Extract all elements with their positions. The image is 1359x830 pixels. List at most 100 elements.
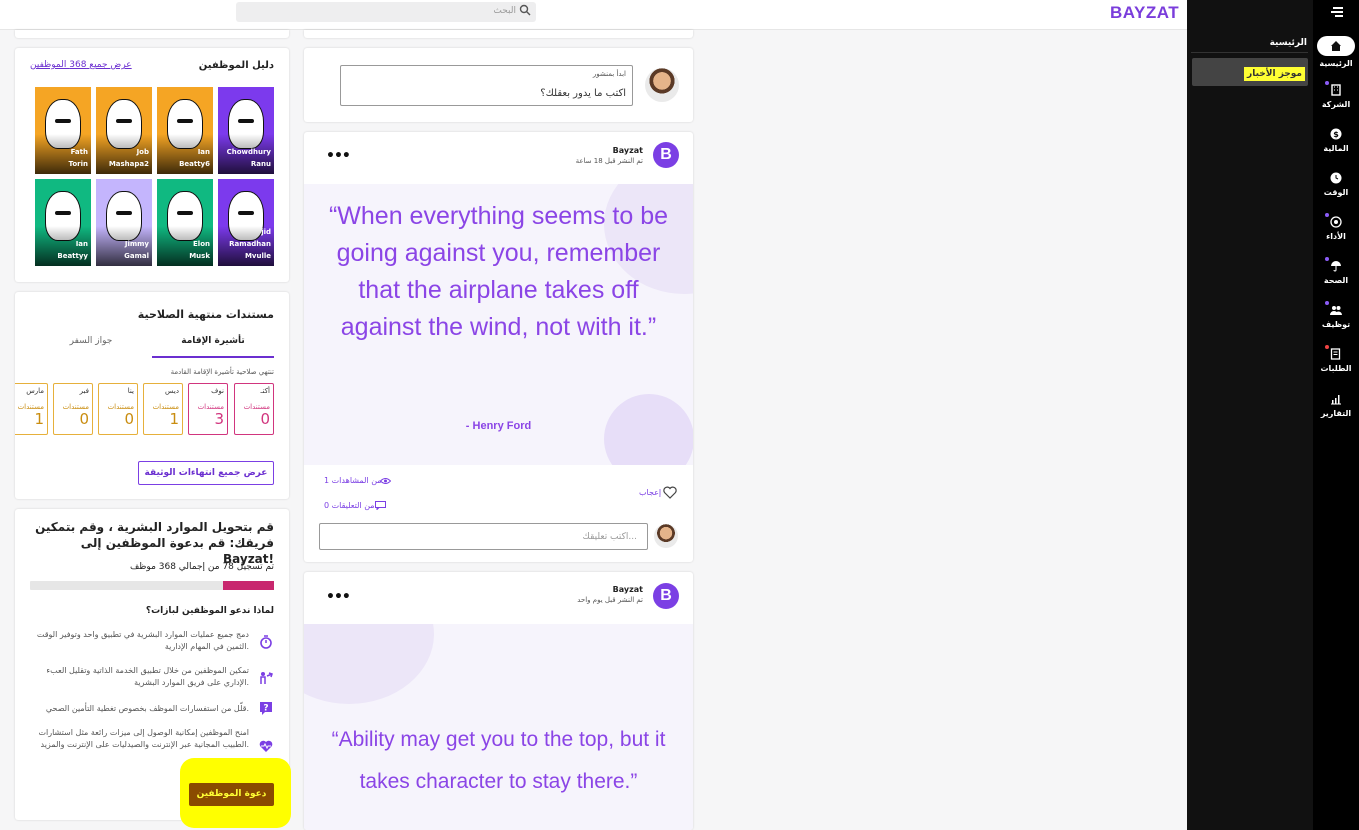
employee-card[interactable]: Job Mashapa2 xyxy=(96,87,152,174)
nav-item-home[interactable]: الرئيسية xyxy=(1313,36,1359,68)
invite-employees-button[interactable]: دعوة الموظفين xyxy=(189,783,274,806)
reason-item: دمج جميع عمليات الموارد البشرية في تطبيق… xyxy=(36,630,249,651)
nav-item-hiring[interactable]: توظيف xyxy=(1313,301,1359,329)
post-time: تم النشر قبل 18 ساعة xyxy=(575,157,643,165)
post-input[interactable]: ابدأ بمنشور اكتب ما يدور بعقلك؟ xyxy=(340,65,633,106)
reason-item: امنح الموظفين إمكانية الوصول إلى ميزات ر… xyxy=(38,728,249,749)
nav-item-health[interactable]: الصحة xyxy=(1313,257,1359,285)
month-card[interactable]: ينا مستندات 0 xyxy=(98,383,138,435)
month-label: مارس xyxy=(26,387,44,395)
invite-headline: قم بتحويل الموارد البشرية ، وقم بتمكين ف… xyxy=(35,520,274,566)
nav-label: الأداء xyxy=(1326,232,1346,241)
stopwatch-icon xyxy=(260,635,272,649)
documents-hint: تنتهي صلاحية تأشيرة الإقامة القادمة xyxy=(170,368,274,376)
views-count[interactable]: 1 من المشاهدات xyxy=(324,476,382,485)
documents-title: مستندات منتهية الصلاحية xyxy=(137,308,274,321)
employee-name: Jimmy Gamal xyxy=(124,240,149,260)
post-author: Bayzat xyxy=(612,146,643,155)
sunglasses xyxy=(116,211,132,215)
user-avatar xyxy=(645,68,679,102)
post-author: Bayzat xyxy=(612,585,643,594)
question-icon: ? xyxy=(260,702,272,715)
month-card[interactable]: أكتـ مستندات 0 xyxy=(234,383,274,435)
employee-card[interactable]: jid Ramadhan Mvulle xyxy=(218,179,274,266)
requests-icon xyxy=(1330,348,1341,360)
subnav-item-label: موجز الأخبار xyxy=(1244,67,1305,81)
subnav-divider xyxy=(1191,52,1308,53)
reason-item: تمكين الموظفين من خلال تطبيق الخدمة الذا… xyxy=(46,666,249,687)
progress-fill xyxy=(222,581,274,590)
building-icon xyxy=(1331,84,1341,96)
quote-text: “When everything seems to be going again… xyxy=(328,202,669,341)
month-count: 1 xyxy=(169,410,179,428)
quote-image: “When everything seems to be going again… xyxy=(304,184,693,465)
reason-item: قلّل من استفسارات الموظف بخصوص تغطية الت… xyxy=(45,704,249,713)
month-count: 1 xyxy=(34,410,44,428)
nav-item-reports[interactable]: التقارير xyxy=(1313,392,1359,418)
quote-text: “Ability may get you to the top, but it … xyxy=(331,728,666,793)
bayzat-logo[interactable]: BAYZAT xyxy=(1110,3,1179,23)
nav-item-performance[interactable]: الأداء xyxy=(1313,213,1359,241)
previous-post-edge xyxy=(304,30,693,38)
subnav-title: الرئيسية xyxy=(1269,38,1307,48)
employee-card[interactable]: Jimmy Gamal xyxy=(96,179,152,266)
month-card[interactable]: فبر مستندات 0 xyxy=(53,383,93,435)
nav-label: التقارير xyxy=(1320,409,1352,418)
search-input[interactable]: البحث xyxy=(236,2,536,22)
bayzat-avatar: B xyxy=(653,583,679,609)
employee-name: Fath Torin xyxy=(68,148,89,168)
employee-card[interactable]: Chowdhury Ranu xyxy=(218,87,274,174)
nav-label: الشركة xyxy=(1321,100,1351,109)
employee-card[interactable]: Ian Beattyy xyxy=(35,179,91,266)
comment-input[interactable]: اكتب تعليقك... xyxy=(319,523,648,550)
post-options-button[interactable]: ••• xyxy=(326,148,351,164)
view-all-employees-link[interactable]: عرض جميع 368 الموظفين xyxy=(30,60,132,70)
comments-count[interactable]: 0 من التعليقات xyxy=(324,501,375,510)
nav-label: الوقت xyxy=(1323,188,1349,197)
sunglasses xyxy=(55,119,71,123)
month-card[interactable]: ديس مستندات 1 xyxy=(143,383,183,435)
previous-card-edge xyxy=(15,30,289,38)
post-composer: ابدأ بمنشور اكتب ما يدور بعقلك؟ xyxy=(304,48,693,122)
month-count: 3 xyxy=(214,410,224,428)
chart-icon xyxy=(1331,395,1341,405)
employee-card[interactable]: Fath Torin xyxy=(35,87,91,174)
sunglasses xyxy=(238,119,254,123)
composer-placeholder: اكتب ما يدور بعقلك؟ xyxy=(540,88,626,99)
menu-icon[interactable] xyxy=(1330,6,1344,18)
sunglasses xyxy=(55,211,71,215)
quote-author: - Henry Ford xyxy=(465,420,532,432)
top-bar xyxy=(0,0,1187,30)
post-time: تم النشر قبل يوم واحد xyxy=(577,596,643,604)
tab-passport[interactable]: جواز السفر xyxy=(30,336,152,358)
tab-residence-visa[interactable]: تأشيرة الإقامة xyxy=(152,336,274,358)
nav-item-time[interactable]: الوقت xyxy=(1313,171,1359,197)
employee-card[interactable]: Ian Beatty6 xyxy=(157,87,213,174)
nav-item-company[interactable]: الشركة xyxy=(1313,81,1359,109)
heart-icon[interactable] xyxy=(663,486,677,499)
registered-count: تم تسجيل 78 من إجمالي 368 موظف xyxy=(129,562,274,572)
nav-item-requests[interactable]: الطلبات xyxy=(1313,345,1359,373)
view-all-expirations-button[interactable]: عرض جميع انتهاءات الوثيقة xyxy=(138,461,274,485)
month-card[interactable]: مارس مستندات 1 xyxy=(15,383,48,435)
like-button[interactable]: إعجاب xyxy=(639,488,661,497)
nav-label: الطلبات xyxy=(1320,364,1352,373)
month-count: 0 xyxy=(124,410,134,428)
umbrella-icon xyxy=(1331,261,1341,272)
subnav-item-news-feed[interactable]: موجز الأخبار xyxy=(1192,58,1308,86)
month-card[interactable]: نوف مستندات 3 xyxy=(188,383,228,435)
employee-name: jid Ramadhan Mvulle xyxy=(229,228,271,260)
sunglasses xyxy=(238,211,254,215)
employee-card[interactable]: Elon Musk xyxy=(157,179,213,266)
sunglasses xyxy=(177,119,193,123)
post-options-button[interactable]: ••• xyxy=(326,589,351,605)
nav-item-finance[interactable]: $ المالية xyxy=(1313,127,1359,153)
month-count: 0 xyxy=(260,410,270,428)
sub-navigation xyxy=(1187,0,1313,830)
person-arrow-icon xyxy=(260,672,273,684)
month-label: ينا xyxy=(127,387,134,395)
composer-hint: ابدأ بمنشور xyxy=(592,70,626,78)
comment-placeholder: اكتب تعليقك... xyxy=(582,532,637,542)
employee-name: Chowdhury Ranu xyxy=(226,148,271,168)
search-icon xyxy=(519,4,531,16)
